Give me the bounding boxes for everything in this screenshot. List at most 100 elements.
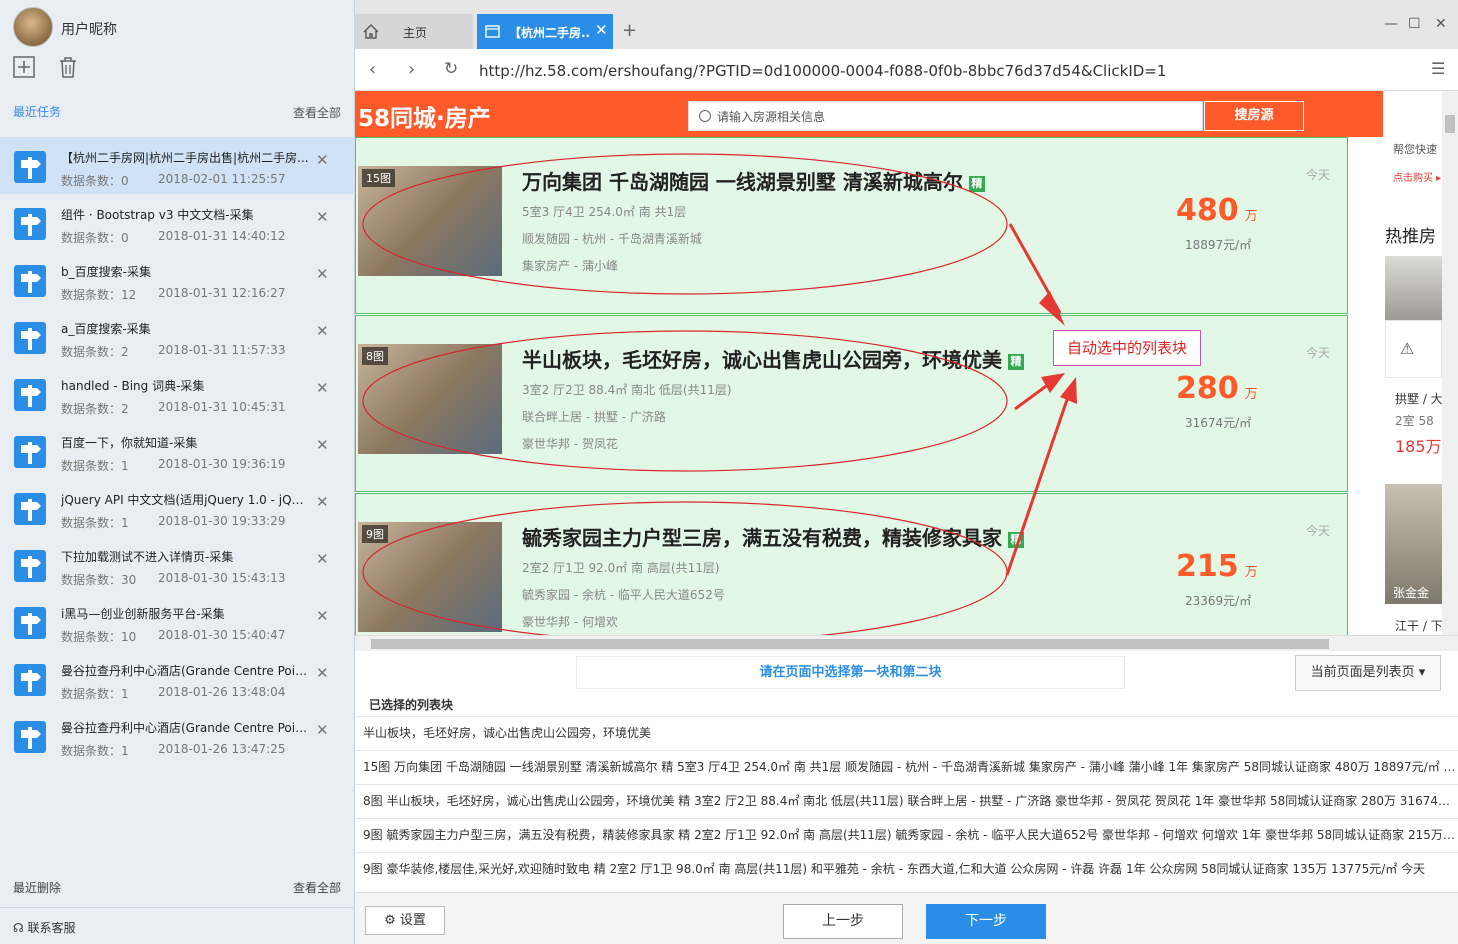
tab-home-label: 主页 [403, 26, 428, 40]
hot-house-photo-2[interactable]: 张金金 [1385, 484, 1442, 604]
task-close-icon[interactable]: ✕ [316, 151, 329, 169]
search-house-button[interactable]: 搜房源 [1204, 101, 1304, 131]
task-signpost-icon [14, 550, 46, 582]
house-listing[interactable]: 15图 万向集团 千岛湖随园 一线湖景别墅 清溪新城高尔精 5室3 厅4卫 254.… [355, 137, 1348, 314]
task-signpost-icon [14, 607, 46, 639]
vertical-scrollbar[interactable] [1442, 91, 1458, 635]
settings-button[interactable]: ⚙ 设置 [365, 906, 445, 935]
url-field[interactable]: http://hz.58.com/ershoufang/?PGTID=0d100… [479, 62, 1166, 80]
next-step-button[interactable]: 下一步 [926, 904, 1046, 939]
task-close-icon[interactable]: ✕ [316, 436, 329, 454]
view-all-tasks-link[interactable]: 查看全部 [293, 104, 341, 121]
featured-badge: 精 [1008, 531, 1024, 548]
listing-title[interactable]: 毓秀家园主力户型三房，满五没有税费，精装修家具家精 [522, 522, 1024, 551]
task-date: 2018-01-30 19:33:29 [158, 514, 286, 528]
horizontal-scrollbar[interactable] [355, 635, 1458, 651]
house-listing[interactable]: 9图 毓秀家园主力户型三房，满五没有税费，精装修家具家精 2室2 厅1卫 92.0㎡… [355, 493, 1348, 651]
page-type-dropdown[interactable]: 当前页面是列表页 ▾ [1295, 655, 1441, 691]
hot-house-photo-1[interactable] [1385, 256, 1442, 320]
task-count: 数据条数：10 [61, 630, 137, 644]
new-tab-icon[interactable]: + [622, 20, 637, 41]
task-signpost-icon [14, 322, 46, 354]
task-date: 2018-01-30 15:43:13 [158, 571, 286, 585]
selected-blocks-title: 已选择的列表块 [369, 698, 454, 712]
task-item[interactable]: i黑马—创业创新服务平台-采集 数据条数：10 2018-01-30 15:40:4… [0, 593, 355, 650]
menu-icon[interactable]: ☰ [1431, 59, 1445, 78]
task-title: 曼谷拉查丹利中心酒店(Grande Centre Poin... [61, 664, 311, 678]
task-close-icon[interactable]: ✕ [316, 265, 329, 283]
task-signpost-icon [14, 664, 46, 696]
listing-date: 今天 [1306, 524, 1331, 538]
task-item[interactable]: b_百度搜索-采集 数据条数：12 2018-01-31 12:16:27 ✕ [0, 251, 355, 308]
task-close-icon[interactable]: ✕ [316, 208, 329, 226]
tab-active-label: 【杭州二手房.. [509, 26, 591, 40]
listing-photo[interactable]: 8图 [358, 344, 502, 454]
listing-photo[interactable]: 9图 [358, 522, 502, 632]
site-logo[interactable]: 58同城·房产 [358, 99, 491, 133]
task-signpost-icon [14, 379, 46, 411]
minimize-icon[interactable]: — [1384, 16, 1398, 32]
forward-icon[interactable]: › [408, 59, 415, 80]
task-date: 2018-01-31 11:57:33 [158, 343, 286, 357]
tab-home[interactable]: 主页 [355, 14, 473, 49]
back-icon[interactable]: ‹ [369, 59, 376, 80]
selected-block-row[interactable]: 15图 万向集团 千岛湖随园 一线湖景别墅 清溪新城高尔 精 5室3 厅4卫 2… [355, 750, 1458, 784]
close-window-icon[interactable]: ✕ [1435, 16, 1447, 32]
task-item[interactable]: 下拉加载测试不进入详情页-采集 数据条数：30 2018-01-30 15:43:1… [0, 536, 355, 593]
house-search-input[interactable]: 请输入房源相关信息 [688, 101, 1203, 131]
buy-link[interactable]: 点击购买 ▸ [1393, 169, 1441, 184]
contact-support-link[interactable]: ☊ 联系客服 [13, 919, 76, 936]
maximize-icon[interactable]: ☐ [1408, 16, 1421, 32]
task-close-icon[interactable]: ✕ [316, 607, 329, 625]
prev-step-button[interactable]: 上一步 [783, 904, 903, 939]
listing-title[interactable]: 半山板块，毛坯好房，诚心出售虎山公园旁，环境优美精 [522, 344, 1024, 373]
task-title: handled - Bing 词典-采集 [61, 379, 205, 393]
task-close-icon[interactable]: ✕ [316, 493, 329, 511]
task-close-icon[interactable]: ✕ [316, 322, 329, 340]
task-item[interactable]: jQuery API 中文文档(适用jQuery 1.0 - jQuer... 数… [0, 479, 355, 536]
avatar[interactable] [13, 7, 53, 47]
listing-location: 顺发随园 - 杭州 - 千岛湖青溪新城 [522, 232, 702, 246]
task-item[interactable]: 【杭州二手房网|杭州二手房出售|杭州二手房... 数据条数：0 2018-02-01… [0, 137, 355, 194]
task-close-icon[interactable]: ✕ [316, 379, 329, 397]
task-item[interactable]: 组件 · Bootstrap v3 中文文档-采集 数据条数：0 2018-01-3… [0, 194, 355, 251]
tab-active-page[interactable]: 【杭州二手房.. ✕ [477, 14, 613, 49]
task-title: a_百度搜索-采集 [61, 322, 151, 336]
task-signpost-icon [14, 208, 46, 240]
hot-recommend-heading: 热推房 [1385, 227, 1436, 247]
view-all-deleted-link[interactable]: 查看全部 [293, 879, 341, 896]
trash-icon[interactable] [57, 56, 79, 78]
tab-close-icon[interactable]: ✕ [595, 21, 608, 39]
listing-title[interactable]: 万向集团 千岛湖随园 一线湖景别墅 清溪新城高尔精 [522, 166, 985, 195]
task-date: 2018-01-30 19:36:19 [158, 457, 286, 471]
recent-deleted-label: 最近删除 [13, 881, 62, 895]
task-close-icon[interactable]: ✕ [316, 664, 329, 682]
selected-block-row[interactable]: 9图 毓秀家园主力户型三房，满五没有税费，精装修家具家 精 2室2 厅1卫 92… [355, 818, 1458, 852]
listing-title-text: 半山板块，毛坯好房，诚心出售虎山公园旁，环境优美 [522, 348, 1002, 372]
selected-block-row[interactable]: 8图 半山板块，毛坯好房，诚心出售虎山公园旁，环境优美 精 3室2 厅2卫 88… [355, 784, 1458, 818]
task-signpost-icon [14, 493, 46, 525]
card2-location: 江干 / 下 [1395, 619, 1442, 633]
refresh-icon[interactable]: ↻ [444, 59, 458, 79]
task-item[interactable]: a_百度搜索-采集 数据条数：2 2018-01-31 11:57:33 ✕ [0, 308, 355, 365]
task-close-icon[interactable]: ✕ [316, 550, 329, 568]
gear-icon: ⚙ [384, 913, 400, 928]
price-unit: 万 [1244, 209, 1258, 224]
task-close-icon[interactable]: ✕ [316, 721, 329, 739]
photo-count: 9图 [362, 525, 388, 543]
user-nickname: 用户昵称 [61, 22, 117, 38]
task-item[interactable]: 曼谷拉查丹利中心酒店(Grande Centre Poin... 数据条数：1 20… [0, 650, 355, 707]
hot-card-ad: ⚠ [1385, 320, 1442, 378]
task-count: 数据条数：1 [61, 687, 129, 701]
task-date: 2018-01-31 14:40:12 [158, 229, 286, 243]
task-item[interactable]: 曼谷拉查丹利中心酒店(Grande Centre Poin... 数据条数：1 20… [0, 707, 355, 764]
new-task-icon[interactable] [13, 56, 35, 78]
vertical-scroll-thumb[interactable] [1445, 115, 1455, 133]
listing-photo[interactable]: 15图 [358, 166, 502, 276]
home-icon [363, 24, 379, 39]
selected-block-row[interactable]: 半山板块，毛坯好房，诚心出售虎山公园旁，环境优美 [355, 716, 1458, 750]
selected-block-row[interactable]: 9图 豪华装修,楼层佳,采光好,欢迎随时致电 精 2室2 厅1卫 98.0㎡ 南… [355, 852, 1458, 886]
task-item[interactable]: handled - Bing 词典-采集 数据条数：2 2018-01-31 10:… [0, 365, 355, 422]
horizontal-scroll-thumb[interactable] [371, 639, 1329, 649]
task-item[interactable]: 百度一下，你就知道-采集 数据条数：1 2018-01-30 19:36:19 ✕ [0, 422, 355, 479]
